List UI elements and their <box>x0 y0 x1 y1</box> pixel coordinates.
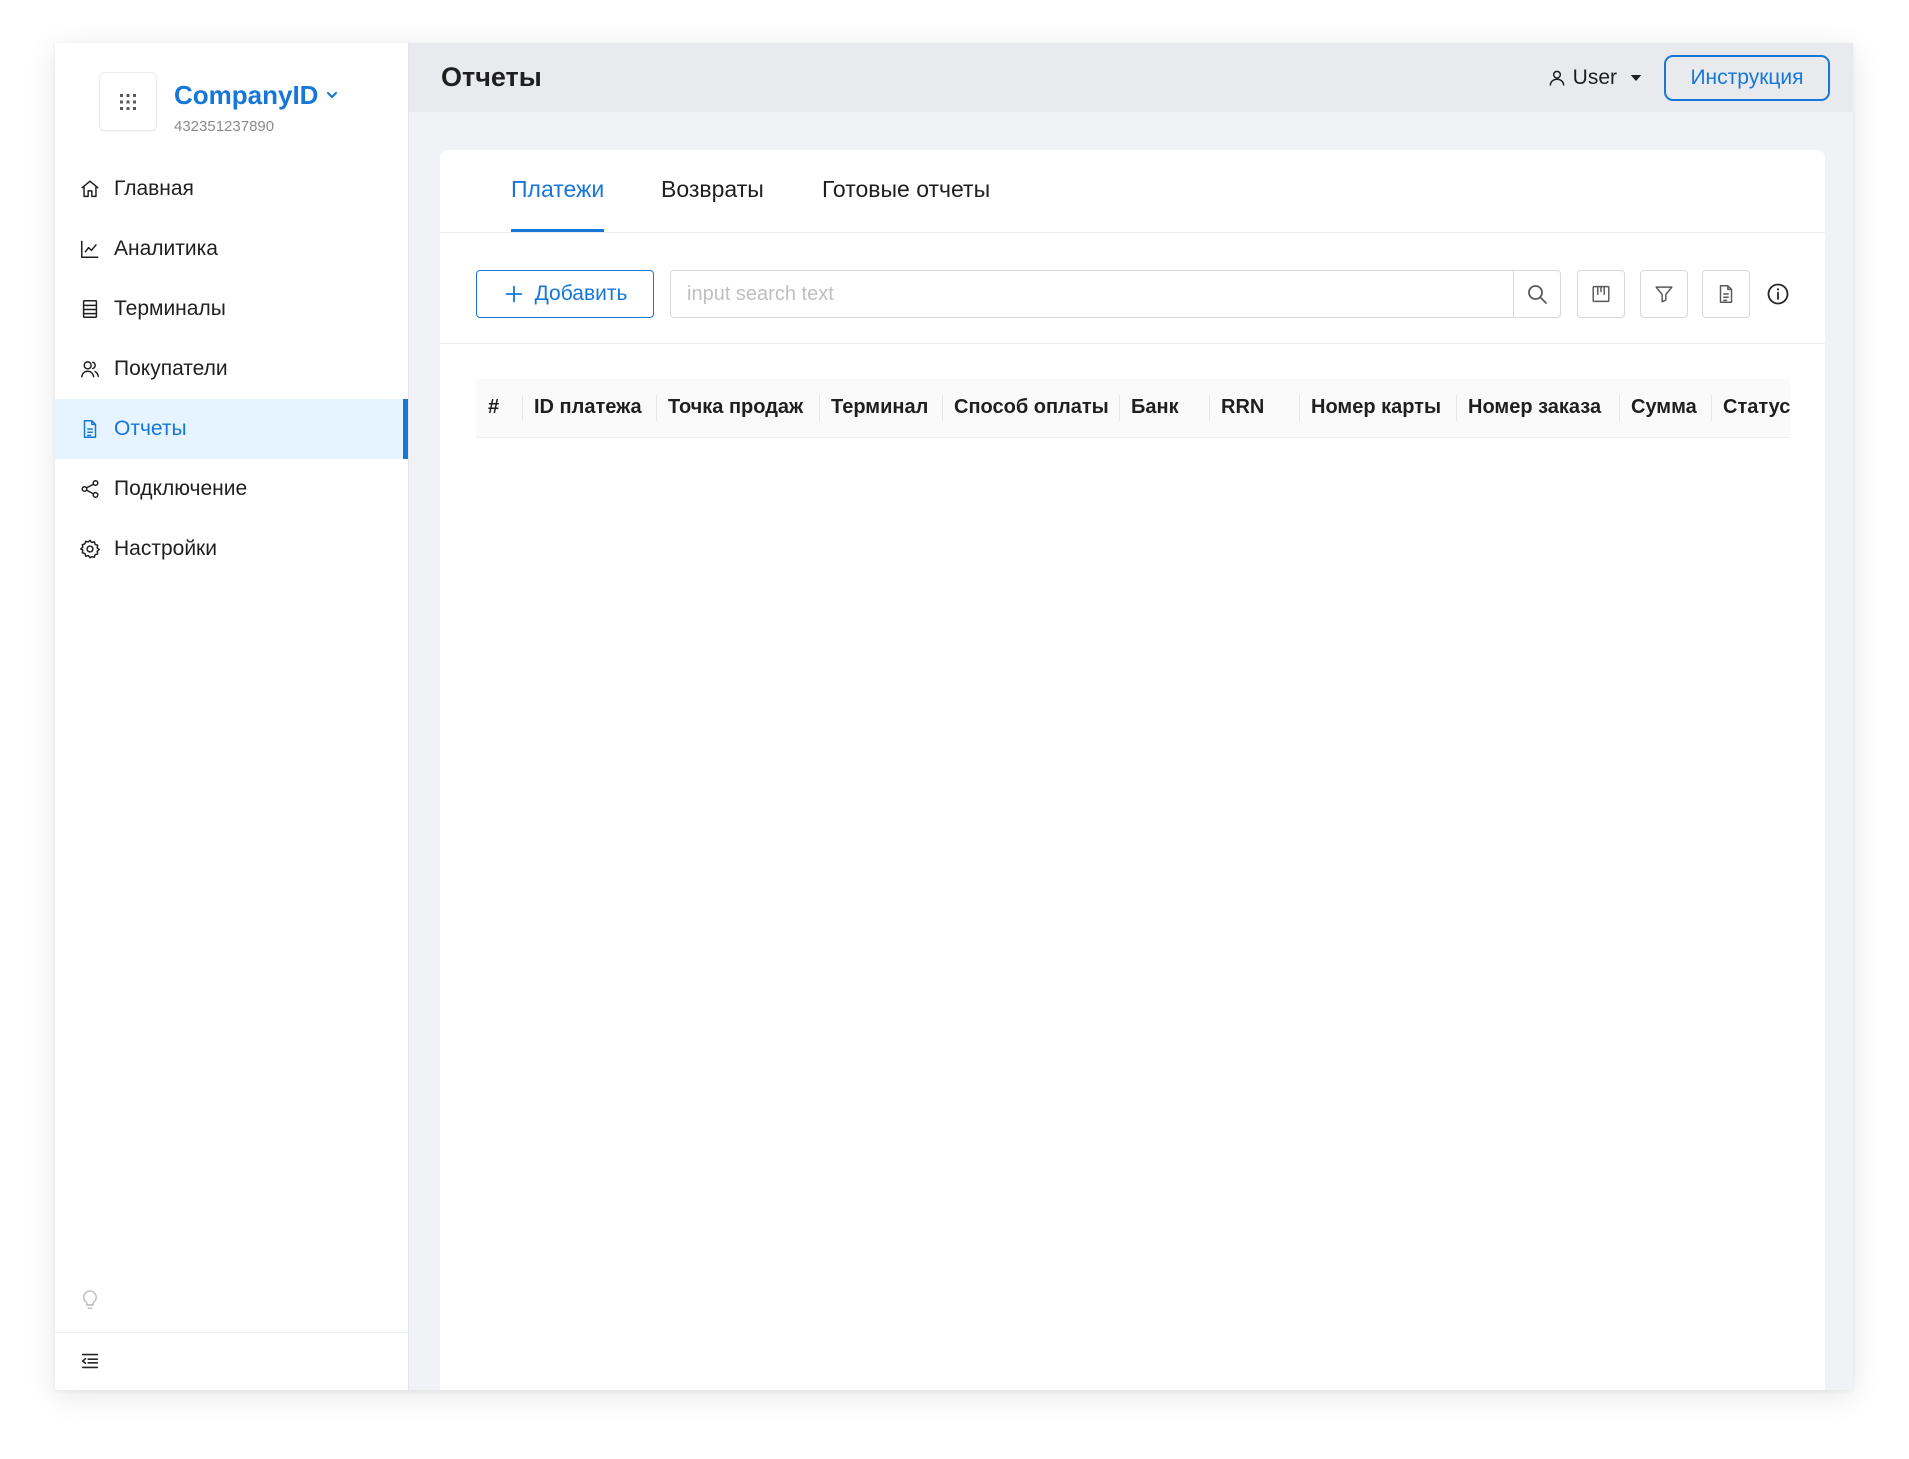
sidebar-item-label: Отчеты <box>114 417 187 440</box>
sidebar-item-label: Терминалы <box>114 297 226 320</box>
plus-icon <box>505 285 522 303</box>
bulb-icon[interactable] <box>79 1289 101 1311</box>
add-button-label: Добавить <box>534 282 628 305</box>
company-name: CompanyID <box>174 80 319 110</box>
apps-grid-button[interactable] <box>99 72 157 131</box>
line-chart-icon <box>81 240 99 258</box>
top-header: Отчеты User Инструкция <box>409 43 1853 112</box>
sidebar-item-label: Главная <box>114 177 194 200</box>
sidebar-item-connection[interactable]: Подключение <box>55 459 408 519</box>
tab-payments[interactable]: Платежи <box>511 150 605 232</box>
toolbar-divider <box>440 343 1825 344</box>
payments-table: # ID платежа Точка продаж Терминал Спосо… <box>476 379 1790 438</box>
column-header-sales-point[interactable]: Точка продаж <box>656 379 819 438</box>
tab-refunds[interactable]: Возвраты <box>661 150 764 232</box>
column-header-bank[interactable]: Банк <box>1119 379 1209 438</box>
add-button[interactable]: Добавить <box>476 270 654 318</box>
sidebar-item-label: Аналитика <box>114 237 218 260</box>
sidebar-item-settings[interactable]: Настройки <box>55 519 408 579</box>
search-input[interactable] <box>670 270 1513 318</box>
export-file-icon <box>1719 285 1733 303</box>
sidebar-item-reports[interactable]: Отчеты <box>55 399 408 459</box>
sidebar-item-home[interactable]: Главная <box>55 159 408 219</box>
report-file-icon <box>83 420 97 438</box>
sidebar-item-label: Подключение <box>114 477 248 500</box>
reports-card: Платежи Возвраты Готовые отчеты Добавить <box>440 150 1825 1390</box>
user-menu[interactable]: User <box>1547 66 1645 90</box>
instruction-button[interactable]: Инструкция <box>1664 54 1830 101</box>
sidebar-item-analytics[interactable]: Аналитика <box>55 219 408 279</box>
column-header-terminal[interactable]: Терминал <box>819 379 942 438</box>
gear-icon <box>80 539 100 559</box>
sidebar-item-label: Покупатели <box>114 357 228 380</box>
column-settings-icon <box>1592 285 1610 303</box>
grid-icon <box>120 93 136 110</box>
column-header-payment-id[interactable]: ID платежа <box>522 379 656 438</box>
column-header-rrn[interactable]: RRN <box>1209 379 1299 438</box>
menu-fold-icon[interactable] <box>79 1350 101 1372</box>
tab-ready-reports[interactable]: Готовые отчеты <box>822 150 990 232</box>
sidebar-item-terminals[interactable]: Терминалы <box>55 279 408 339</box>
company-id: 432351237890 <box>174 118 275 135</box>
column-header-payment-method[interactable]: Способ оплаты <box>942 379 1119 438</box>
share-icon <box>81 480 99 498</box>
home-icon <box>81 180 99 198</box>
sidebar-item-customers[interactable]: Покупатели <box>55 339 408 399</box>
column-header-status[interactable]: Статус <box>1711 379 1790 438</box>
company-switcher[interactable]: CompanyID <box>174 80 340 110</box>
column-header-amount[interactable]: Сумма <box>1619 379 1711 438</box>
info-icon[interactable] <box>1766 282 1790 306</box>
column-settings-button[interactable] <box>1577 270 1625 318</box>
sidebar-nav: Главная Аналитика Терминалы Покупатели О… <box>55 159 408 579</box>
chevron-down-icon <box>327 91 338 99</box>
user-name: User <box>1572 65 1617 89</box>
table-header-row: # ID платежа Точка продаж Терминал Спосо… <box>476 379 1790 438</box>
column-header-card-number[interactable]: Номер карты <box>1299 379 1456 438</box>
search-icon <box>1528 285 1547 304</box>
filter-button[interactable] <box>1640 270 1688 318</box>
sidebar-divider <box>55 1332 408 1333</box>
sidebar: CompanyID 432351237890 Главная Аналитика… <box>55 43 409 1390</box>
main-area: Отчеты User Инструкция Платежи Возвраты … <box>409 43 1853 1390</box>
table: # ID платежа Точка продаж Терминал Спосо… <box>476 379 1790 438</box>
caret-down-icon <box>1630 74 1642 81</box>
search-group <box>670 270 1561 318</box>
column-header-index[interactable]: # <box>476 379 522 438</box>
tabs-bar: Платежи Возвраты Готовые отчеты <box>440 150 1825 233</box>
user-icon <box>1549 70 1565 86</box>
column-header-order-number[interactable]: Номер заказа <box>1456 379 1619 438</box>
export-button[interactable] <box>1702 270 1750 318</box>
filter-icon <box>1655 286 1673 303</box>
app-window: CompanyID 432351237890 Главная Аналитика… <box>55 43 1853 1390</box>
sidebar-item-label: Настройки <box>114 537 217 560</box>
users-icon <box>81 361 99 378</box>
terminal-icon <box>82 300 98 318</box>
search-button[interactable] <box>1513 270 1561 318</box>
page-title: Отчеты <box>441 62 542 92</box>
